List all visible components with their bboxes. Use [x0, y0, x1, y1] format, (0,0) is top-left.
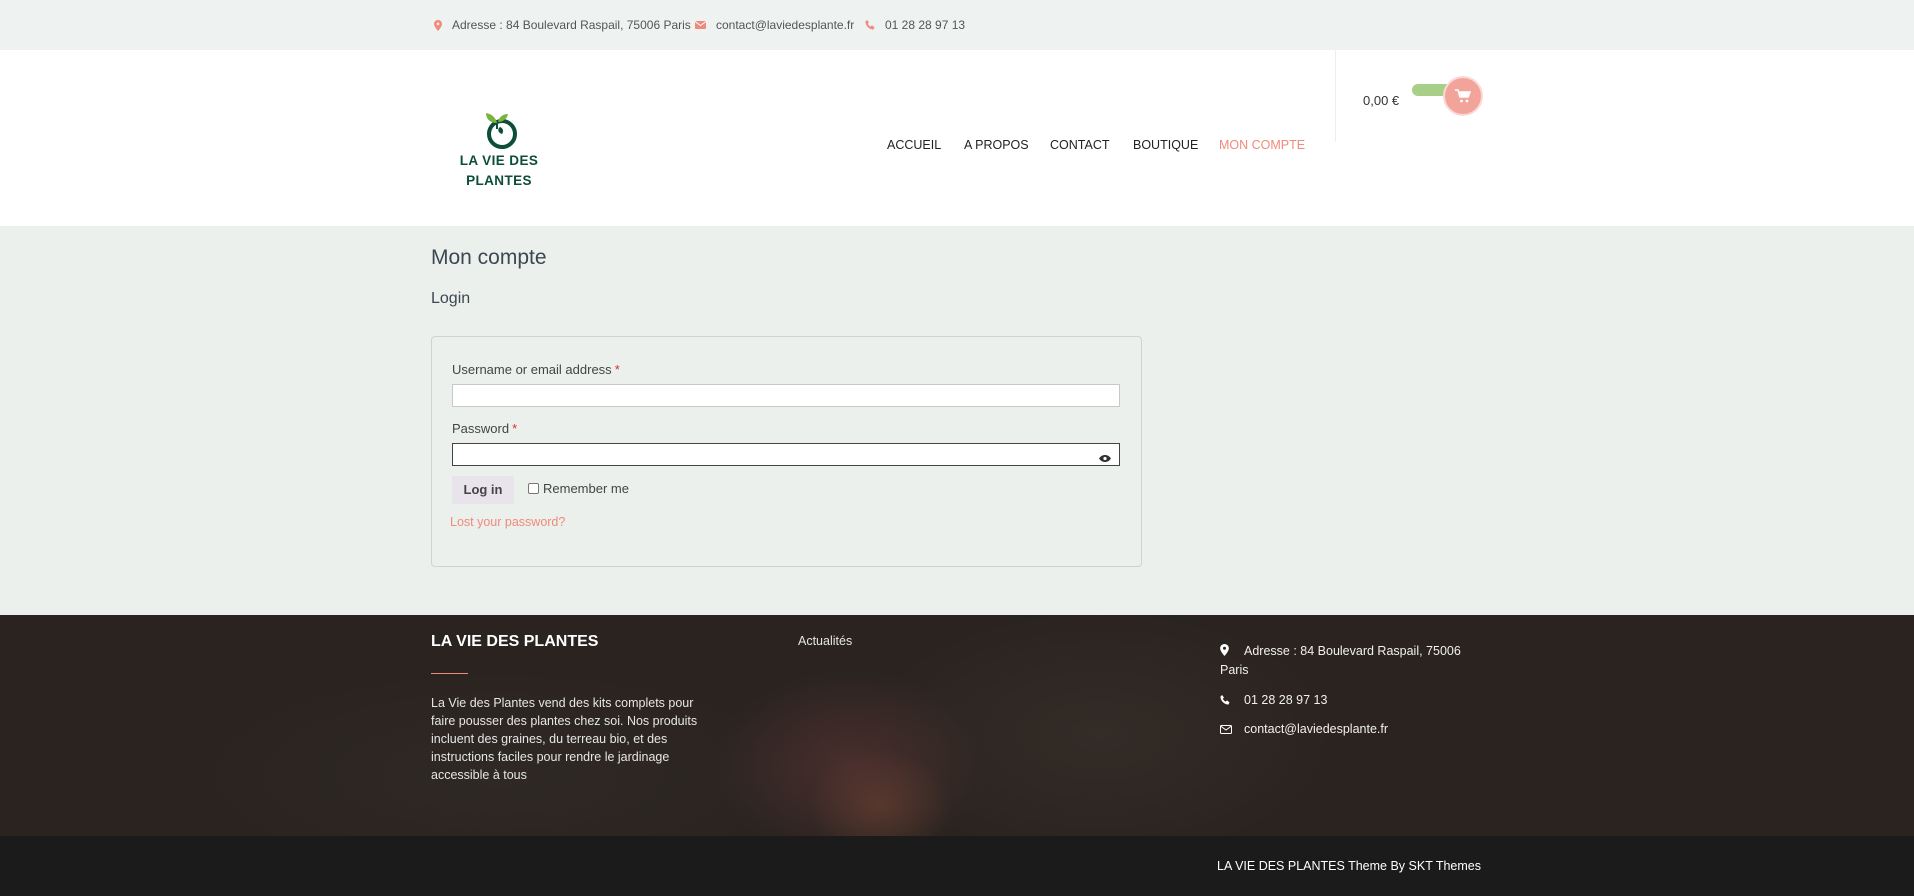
required-mark: * — [614, 362, 620, 377]
footer-email-text[interactable]: contact@laviedesplante.fr — [1244, 722, 1388, 736]
remember-checkbox[interactable] — [528, 483, 539, 494]
footer-accent-line — [431, 673, 468, 674]
topbar-address-text: Adresse : 84 Boulevard Raspail, 75006 Pa… — [452, 18, 691, 32]
bottom-bar: LA VIE DES PLANTES Theme By SKT Themes — [0, 836, 1914, 896]
username-label: Username or email address * — [452, 362, 620, 377]
password-label: Password * — [452, 421, 517, 436]
topbar-email[interactable]: contact@laviedesplante.fr — [695, 18, 854, 32]
top-bar: Adresse : 84 Boulevard Raspail, 75006 Pa… — [0, 0, 1914, 50]
map-pin-icon — [1220, 643, 1236, 661]
topbar-address: Adresse : 84 Boulevard Raspail, 75006 Pa… — [434, 18, 691, 32]
footer-credit[interactable]: LA VIE DES PLANTES Theme By SKT Themes — [1217, 859, 1481, 873]
logo-text-line1: LA VIE DES — [459, 153, 539, 168]
site-footer: LA VIE DES PLANTES La Vie des Plantes ve… — [0, 615, 1914, 836]
show-password-icon[interactable] — [1099, 455, 1135, 462]
page-title: Mon compte — [431, 246, 547, 269]
nav-item-mon-compte[interactable]: MON COMPTE — [1219, 138, 1305, 152]
footer-address-text: Adresse : 84 Boulevard Raspail, 75006 Pa… — [1220, 644, 1461, 677]
topbar-phone-text[interactable]: 01 28 28 97 13 — [885, 18, 965, 32]
nav-item-boutique[interactable]: BOUTIQUE — [1133, 138, 1198, 152]
cart-button[interactable] — [1443, 76, 1483, 116]
footer-link-actualites[interactable]: Actualités — [798, 634, 852, 648]
logo-text-line2: PLANTES — [466, 173, 532, 188]
plant-logo-icon — [486, 113, 517, 149]
remember-label: Remember me — [543, 481, 629, 496]
nav-item-accueil[interactable]: ACCUEIL — [887, 138, 941, 152]
cart-icon — [1455, 89, 1471, 103]
section-title: Login — [431, 290, 471, 307]
footer-phone[interactable]: 01 28 28 97 13 — [1220, 691, 1327, 710]
username-label-text: Username or email address — [452, 362, 612, 377]
envelope-icon — [1220, 721, 1236, 739]
envelope-icon — [695, 21, 706, 29]
login-button[interactable]: Log in — [452, 476, 514, 504]
cart-total[interactable]: 0,00 € — [1363, 93, 1399, 108]
phone-icon — [1220, 692, 1236, 710]
site-logo[interactable]: LA VIE DES PLANTES — [456, 105, 542, 189]
password-label-text: Password — [452, 421, 510, 436]
phone-icon — [865, 20, 875, 30]
footer-description: La Vie des Plantes vend des kits complet… — [431, 696, 698, 782]
username-input[interactable] — [452, 384, 1120, 407]
topbar-email-text[interactable]: contact@laviedesplante.fr — [716, 18, 854, 32]
site-header: LA VIE DES PLANTES ACCUEIL A PROPOS CONT… — [0, 50, 1914, 226]
footer-phone-text[interactable]: 01 28 28 97 13 — [1244, 693, 1327, 707]
footer-address: Adresse : 84 Boulevard Raspail, 75006 Pa… — [1220, 642, 1480, 679]
footer-email[interactable]: contact@laviedesplante.fr — [1220, 720, 1388, 739]
nav-item-a-propos[interactable]: A PROPOS — [964, 138, 1029, 152]
header-divider — [1335, 50, 1336, 142]
lost-password-link[interactable]: Lost your password? — [450, 515, 565, 529]
login-form: Username or email address * Password * Log… — [431, 336, 1142, 567]
remember-me[interactable]: Remember me — [528, 481, 629, 496]
map-pin-icon — [434, 19, 442, 31]
nav-item-contact[interactable]: CONTACT — [1050, 138, 1110, 152]
footer-title: LA VIE DES PLANTES — [431, 633, 599, 650]
password-input[interactable] — [452, 443, 1120, 466]
topbar-phone[interactable]: 01 28 28 97 13 — [865, 18, 965, 32]
main-content: Mon compte Login Username or email addre… — [0, 226, 1914, 615]
required-mark: * — [512, 421, 518, 436]
